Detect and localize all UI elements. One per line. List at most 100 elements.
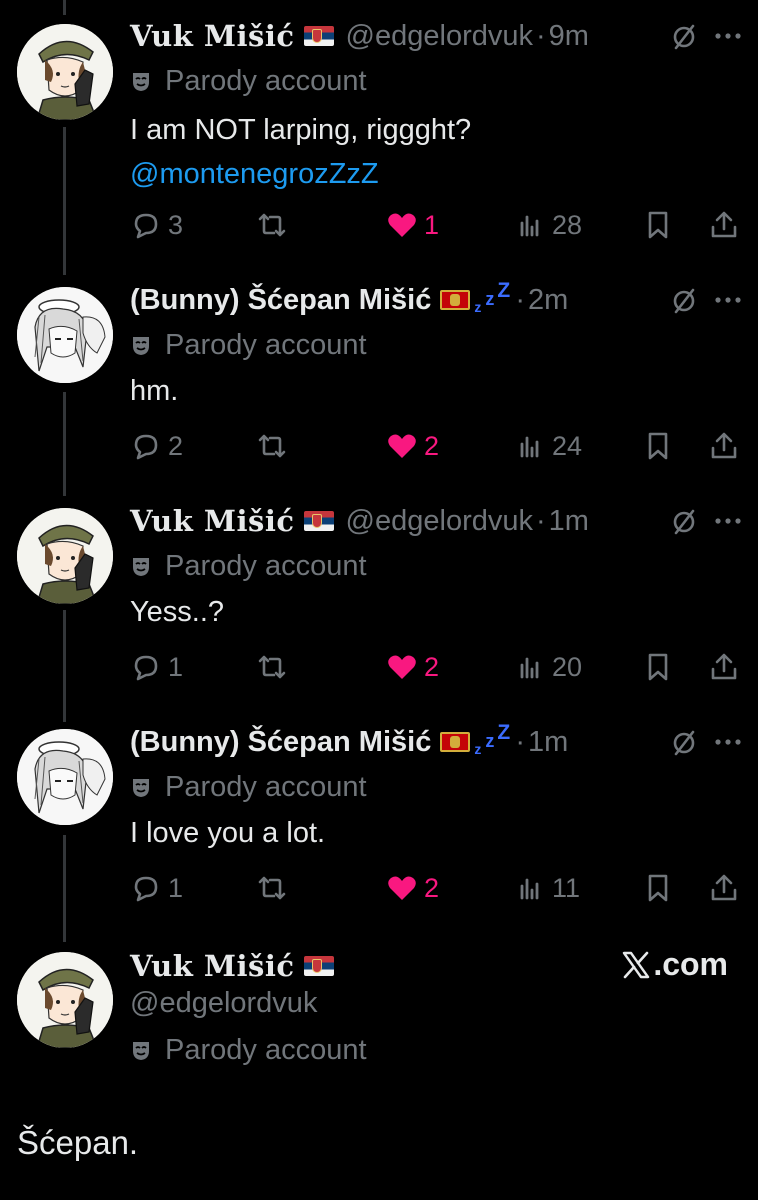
share-icon (711, 432, 737, 459)
reply-button[interactable]: 3 (130, 205, 183, 245)
repost-button[interactable] (256, 426, 288, 466)
more-options-icon[interactable] (714, 517, 742, 525)
tweet-text: I love you a lot. (130, 811, 738, 855)
bookmark-button[interactable] (642, 647, 674, 687)
display-name[interactable]: (Bunny) Šćepan Mišić (130, 726, 431, 759)
bookmark-button[interactable] (642, 426, 674, 466)
avatar-image (17, 952, 113, 1048)
tweet-text: I am NOT larping, riggght? @montenegrozZ… (130, 108, 738, 196)
parody-label: Parody account (165, 64, 367, 97)
view-count: 28 (552, 209, 583, 240)
heart-icon (388, 434, 416, 458)
reply-count: 3 (168, 209, 184, 240)
views-button[interactable]: 11 (514, 868, 580, 908)
avatar-vuk[interactable] (17, 508, 113, 604)
like-button[interactable]: 1 (386, 205, 439, 245)
reply-count: 1 (168, 651, 184, 682)
zzz-letter: z (474, 741, 482, 757)
bookmark-icon (648, 874, 668, 902)
more-options-icon[interactable] (714, 738, 742, 746)
thread-connector (63, 0, 66, 15)
mention-link[interactable]: @montenegrozZzZ (130, 152, 738, 196)
reply-button[interactable]: 2 (130, 426, 183, 466)
zzz-emoji-icon: z z Z (472, 279, 512, 318)
zzz-emoji-icon: z z Z (472, 721, 512, 760)
views-button[interactable]: 24 (514, 426, 582, 466)
thread-connector (63, 127, 66, 275)
heart-icon (388, 655, 416, 679)
action-bar: 2 2 24 (0, 426, 758, 466)
avatar-image (17, 24, 113, 120)
display-name[interactable]: (Bunny) Šćepan Mišić (130, 284, 431, 317)
bookmark-button[interactable] (642, 205, 674, 245)
more-options-icon[interactable] (714, 296, 742, 304)
action-bar: 1 2 20 (0, 647, 758, 687)
parody-label: Parody account (165, 549, 367, 582)
montenegro-flag-icon (440, 732, 471, 752)
timestamp[interactable]: 2m (528, 284, 568, 317)
repost-button[interactable] (256, 868, 288, 908)
grok-icon[interactable] (668, 726, 700, 758)
bookmark-button[interactable] (642, 868, 674, 908)
separator-dot: · (515, 283, 525, 316)
parody-mask-icon (130, 334, 152, 356)
handle[interactable]: @edgelordvuk (346, 20, 533, 53)
avatar-image (17, 508, 113, 604)
avatar-scepan[interactable] (17, 729, 113, 825)
repost-icon (258, 213, 286, 237)
view-count: 11 (552, 872, 581, 903)
parody-mask-icon (130, 1039, 152, 1061)
repost-button[interactable] (256, 647, 288, 687)
separator-dot: · (536, 19, 546, 52)
more-options-icon[interactable] (714, 32, 742, 40)
like-count: 1 (424, 209, 440, 240)
display-name[interactable]: Vuk Mišić (130, 949, 295, 983)
action-bar: 3 1 28 (0, 205, 758, 245)
share-icon (711, 653, 737, 680)
reply-button[interactable]: 1 (130, 647, 183, 687)
tweet-text-line: Yess..? (130, 596, 225, 628)
display-name[interactable]: Vuk Mišić (130, 504, 295, 538)
timestamp[interactable]: 1m (549, 505, 589, 538)
heart-icon (388, 213, 416, 237)
timestamp[interactable]: 9m (549, 20, 589, 53)
grok-icon[interactable] (668, 284, 700, 316)
like-count: 2 (424, 651, 440, 682)
like-button[interactable]: 2 (386, 647, 439, 687)
view-count: 20 (552, 651, 583, 682)
serbia-flag-icon (303, 511, 334, 531)
views-button[interactable]: 28 (514, 205, 582, 245)
like-count: 2 (424, 872, 440, 903)
parody-label: Parody account (165, 328, 367, 361)
views-button[interactable]: 20 (514, 647, 582, 687)
timestamp[interactable]: 1m (528, 726, 568, 759)
tweet-text-line: hm. (130, 375, 179, 407)
grok-icon[interactable] (668, 20, 700, 52)
share-button[interactable] (708, 205, 740, 245)
zzz-letter: Z (497, 279, 511, 302)
reply-icon (134, 876, 158, 902)
parody-mask-icon (130, 70, 152, 92)
handle[interactable]: @edgelordvuk (130, 987, 317, 1020)
handle[interactable]: @edgelordvuk (346, 505, 533, 538)
like-button[interactable]: 2 (386, 868, 439, 908)
parody-label: Parody account (165, 1033, 367, 1066)
avatar-vuk[interactable] (17, 952, 113, 1048)
reply-button[interactable]: 1 (130, 868, 183, 908)
reply-icon (134, 655, 158, 681)
like-count: 2 (424, 430, 440, 461)
repost-button[interactable] (256, 205, 288, 245)
reply-icon (134, 434, 158, 460)
share-button[interactable] (708, 647, 740, 687)
parody-mask-icon (130, 555, 152, 577)
avatar-vuk[interactable] (17, 24, 113, 120)
display-name[interactable]: Vuk Mišić (130, 19, 295, 53)
grok-icon[interactable] (668, 505, 700, 537)
bookmark-icon (648, 211, 668, 239)
x-logo-icon (623, 951, 650, 978)
separator-dot: · (536, 504, 546, 537)
share-button[interactable] (708, 426, 740, 466)
avatar-scepan[interactable] (17, 287, 113, 383)
like-button[interactable]: 2 (386, 426, 439, 466)
share-button[interactable] (708, 868, 740, 908)
